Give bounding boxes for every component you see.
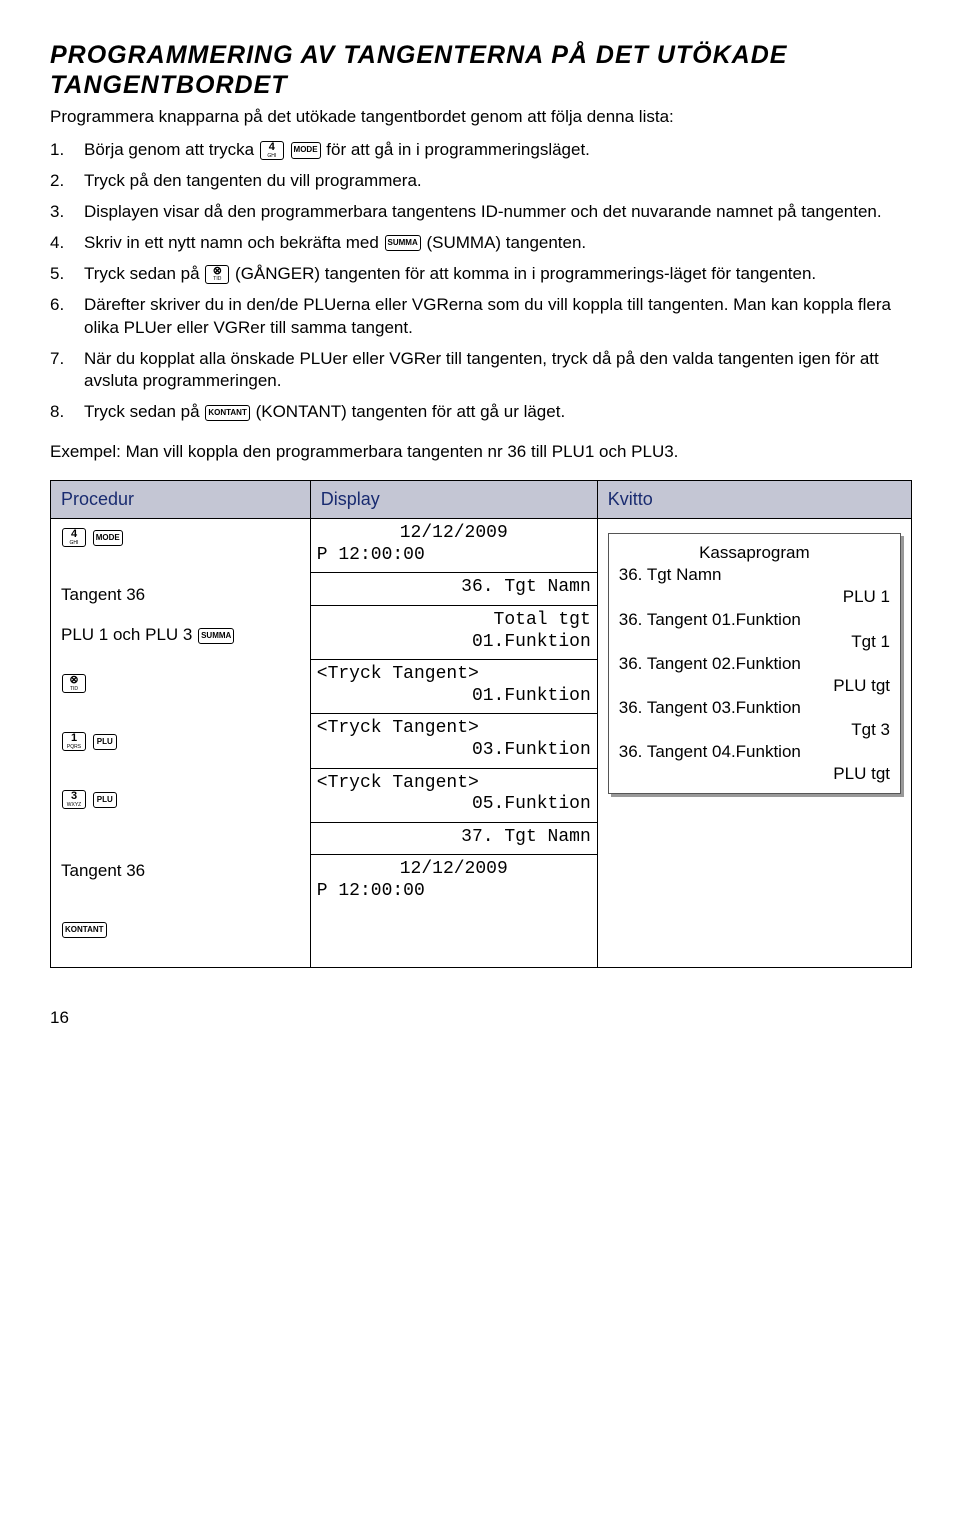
key-1-icon: 1PQRS bbox=[62, 732, 86, 751]
proc-row-3: PLU 1 och PLU 3 SUMMA bbox=[61, 625, 300, 653]
key-mode-icon: MODE bbox=[93, 530, 123, 546]
display-box-3: Total tgt 01.Funktion bbox=[311, 606, 597, 660]
proc-header: Procedur bbox=[51, 481, 310, 519]
proc-row-5: 1PQRS PLU bbox=[61, 731, 300, 769]
display-box-6: <Tryck Tangent> 05.Funktion bbox=[311, 769, 597, 823]
display-box-4: <Tryck Tangent> 01.Funktion bbox=[311, 660, 597, 714]
key-plu-icon: PLU bbox=[93, 734, 117, 750]
proc-row-6: 3WXYZ PLU bbox=[61, 789, 300, 841]
receipt-column: Kvitto Kassaprogram 36. Tgt Namn PLU 1 3… bbox=[598, 481, 911, 967]
page-title: PROGRAMMERING AV TANGENTERNA PÅ DET UTÖK… bbox=[50, 40, 910, 100]
step-6: 6. Därefter skriver du in den/de PLUerna… bbox=[50, 294, 910, 340]
steps-list: 1. Börja genom att trycka 4GHI MODE för … bbox=[50, 139, 910, 424]
kvit-header: Kvitto bbox=[598, 481, 911, 519]
display-box-8: 12/12/2009 P 12:00:00 bbox=[311, 855, 597, 908]
display-box-1: 12/12/2009 P 12:00:00 bbox=[311, 519, 597, 573]
proc-row-4: ⊗TID bbox=[61, 673, 300, 711]
display-box-7: 37. Tgt Namn bbox=[311, 823, 597, 856]
key-tid-icon: ⊗TID bbox=[62, 674, 86, 693]
step-7: 7. När du kopplat alla önskade PLUer ell… bbox=[50, 348, 910, 394]
key-4-icon: 4GHI bbox=[62, 528, 86, 547]
key-4-icon: 4GHI bbox=[260, 141, 284, 160]
procedure-table: Procedur 4GHI MODE Tangent 36 PLU 1 och … bbox=[50, 480, 912, 968]
key-3-icon: 3WXYZ bbox=[62, 790, 86, 809]
key-tid-icon: ⊗TID bbox=[205, 265, 229, 284]
step-4: 4. Skriv in ett nytt namn och bekräfta m… bbox=[50, 232, 910, 255]
step-8: 8. Tryck sedan på KONTANT (KONTANT) tang… bbox=[50, 401, 910, 424]
page-number: 16 bbox=[50, 1008, 910, 1028]
proc-row-2: Tangent 36 bbox=[61, 585, 300, 605]
disp-header: Display bbox=[311, 481, 597, 519]
key-kontant-icon: KONTANT bbox=[205, 405, 250, 421]
display-box-5: <Tryck Tangent> 03.Funktion bbox=[311, 714, 597, 768]
step-3: 3. Displayen visar då den programmerbara… bbox=[50, 201, 910, 224]
step-num: 1. bbox=[50, 139, 84, 162]
example-text: Exempel: Man vill koppla den programmerb… bbox=[50, 441, 910, 464]
key-kontant-icon: KONTANT bbox=[62, 922, 107, 938]
step-1: 1. Börja genom att trycka 4GHI MODE för … bbox=[50, 139, 910, 162]
proc-row-1: 4GHI MODE bbox=[61, 527, 300, 565]
key-summa-icon: SUMMA bbox=[385, 235, 421, 251]
display-column: Display 12/12/2009 P 12:00:00 36. Tgt Na… bbox=[311, 481, 598, 967]
step-2: 2. Tryck på den tangenten du vill progra… bbox=[50, 170, 910, 193]
proc-row-8: KONTANT bbox=[61, 919, 300, 939]
key-summa-icon: SUMMA bbox=[198, 628, 234, 644]
procedure-column: Procedur 4GHI MODE Tangent 36 PLU 1 och … bbox=[51, 481, 311, 967]
receipt-box: Kassaprogram 36. Tgt Namn PLU 1 36. Tang… bbox=[608, 533, 901, 794]
step-5: 5. Tryck sedan på ⊗TID (GÅNGER) tangente… bbox=[50, 263, 910, 286]
key-plu-icon: PLU bbox=[93, 792, 117, 808]
display-box-2: 36. Tgt Namn bbox=[311, 573, 597, 606]
key-mode-icon: MODE bbox=[291, 142, 321, 158]
step-text: Börja genom att trycka 4GHI MODE för att… bbox=[84, 139, 910, 162]
proc-row-7: Tangent 36 bbox=[61, 861, 300, 899]
intro-text: Programmera knapparna på det utökade tan… bbox=[50, 106, 910, 129]
